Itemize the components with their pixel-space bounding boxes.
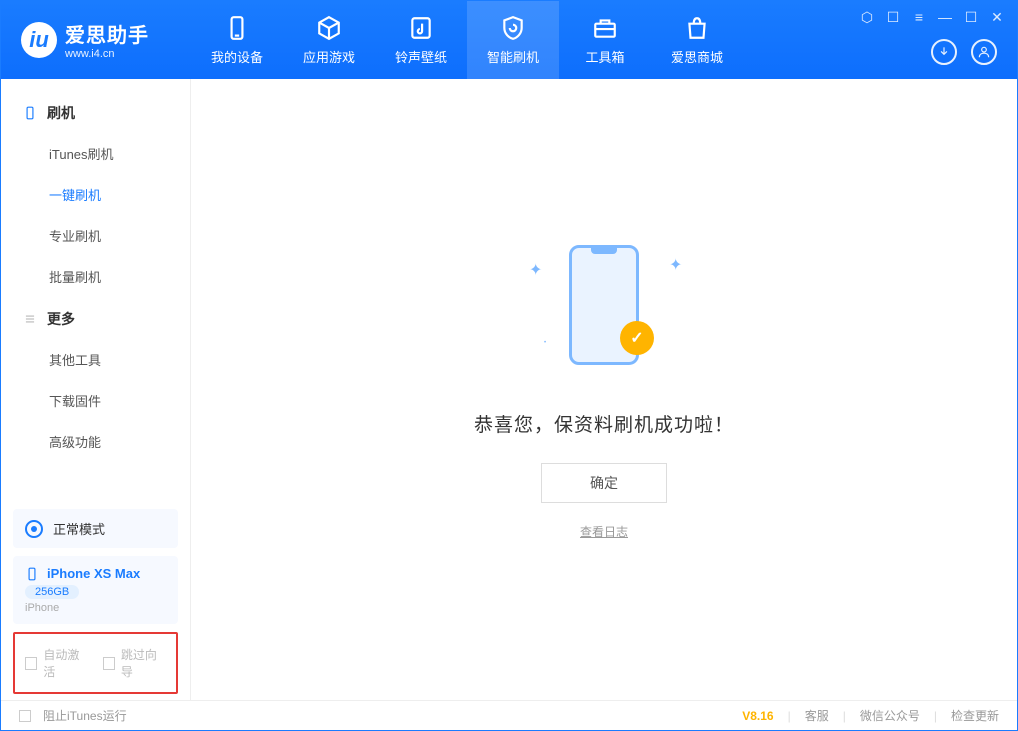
sidebar-item-other-tools[interactable]: 其他工具 xyxy=(1,339,190,380)
sparkle-icon: • xyxy=(544,340,554,350)
logo-text-block: 爱思助手 www.i4.cn xyxy=(65,19,149,60)
checkbox-auto-activate[interactable]: 自动激活 xyxy=(25,646,89,680)
menu-icon[interactable]: ≡ xyxy=(911,9,927,25)
window-controls: ⬡ ☐ ≡ — ☐ ✕ xyxy=(859,9,1005,25)
success-message: 恭喜您，保资料刷机成功啦！ xyxy=(474,410,734,437)
close-button[interactable]: ✕ xyxy=(989,9,1005,25)
separator: | xyxy=(843,709,846,723)
app-title: 爱思助手 xyxy=(65,19,149,48)
checkbox-box xyxy=(25,657,37,670)
sidebar-group-label: 更多 xyxy=(47,309,75,329)
device-card[interactable]: iPhone XS Max 256GB iPhone xyxy=(13,556,178,624)
checkbox-label: 跳过向导 xyxy=(121,646,166,680)
feedback-icon[interactable]: ☐ xyxy=(885,9,901,25)
sidebar-group-label: 刷机 xyxy=(47,103,75,123)
tab-ringtone-wallpaper[interactable]: 铃声壁纸 xyxy=(375,1,467,79)
device-name-row: iPhone XS Max xyxy=(25,566,166,581)
tab-smart-flash[interactable]: 智能刷机 xyxy=(467,1,559,79)
footer: 阻止iTunes运行 V8.16 | 客服 | 微信公众号 | 检查更新 xyxy=(1,700,1017,730)
view-log-link[interactable]: 查看日志 xyxy=(580,523,628,540)
checkbox-box xyxy=(103,657,115,670)
tab-toolbox[interactable]: 工具箱 xyxy=(559,1,651,79)
footer-link-check-update[interactable]: 检查更新 xyxy=(951,707,999,724)
app-subtitle: www.i4.cn xyxy=(65,48,149,60)
download-button[interactable] xyxy=(931,39,957,65)
device-type: iPhone xyxy=(25,602,166,614)
footer-right: V8.16 | 客服 | 微信公众号 | 检查更新 xyxy=(742,707,999,724)
tab-label: 智能刷机 xyxy=(487,47,539,66)
main-tabs: 我的设备 应用游戏 铃声壁纸 智能刷机 工具箱 爱思商城 xyxy=(191,1,743,79)
phone-small-icon xyxy=(23,106,37,120)
bag-icon xyxy=(684,15,710,41)
device-name: iPhone XS Max xyxy=(47,566,140,581)
success-illustration: ✦ ✦ • ✓ xyxy=(504,240,704,370)
checkbox-box xyxy=(19,710,31,722)
sidebar-item-pro-flash[interactable]: 专业刷机 xyxy=(1,215,190,256)
tab-label: 工具箱 xyxy=(585,47,624,66)
check-badge-icon: ✓ xyxy=(620,321,654,355)
download-icon xyxy=(937,45,951,59)
checkbox-label: 阻止iTunes运行 xyxy=(43,707,127,724)
app-window: iu 爱思助手 www.i4.cn 我的设备 应用游戏 铃声壁纸 智能刷机 xyxy=(0,0,1018,731)
sidebar-bottom: 正常模式 iPhone XS Max 256GB iPhone 自动激活 xyxy=(1,499,190,700)
list-icon xyxy=(23,312,37,326)
sidebar: 刷机 iTunes刷机 一键刷机 专业刷机 批量刷机 更多 其他工具 下载固件 … xyxy=(1,79,191,700)
sidebar-group-more: 更多 xyxy=(1,297,190,339)
ok-button[interactable]: 确定 xyxy=(541,463,667,503)
sidebar-item-onekey-flash[interactable]: 一键刷机 xyxy=(1,174,190,215)
minimize-button[interactable]: — xyxy=(937,9,953,25)
checkbox-block-itunes[interactable]: 阻止iTunes运行 xyxy=(19,707,127,724)
body: 刷机 iTunes刷机 一键刷机 专业刷机 批量刷机 更多 其他工具 下载固件 … xyxy=(1,79,1017,700)
checkbox-label: 自动激活 xyxy=(43,646,88,680)
tab-label: 我的设备 xyxy=(211,47,263,66)
tab-apps-games[interactable]: 应用游戏 xyxy=(283,1,375,79)
separator: | xyxy=(934,709,937,723)
mode-icon xyxy=(25,520,43,538)
sidebar-group-flash: 刷机 xyxy=(1,91,190,133)
sidebar-item-itunes-flash[interactable]: iTunes刷机 xyxy=(1,133,190,174)
shield-refresh-icon xyxy=(500,15,526,41)
logo-area: iu 爱思助手 www.i4.cn xyxy=(1,1,191,78)
mode-card[interactable]: 正常模式 xyxy=(13,509,178,548)
mode-label: 正常模式 xyxy=(53,519,105,538)
footer-link-wechat[interactable]: 微信公众号 xyxy=(860,707,920,724)
checkbox-skip-guide[interactable]: 跳过向导 xyxy=(103,646,167,680)
tab-label: 铃声壁纸 xyxy=(395,47,447,66)
music-icon xyxy=(408,15,434,41)
cube-icon xyxy=(316,15,342,41)
shirt-icon[interactable]: ⬡ xyxy=(859,9,875,25)
sidebar-item-advanced[interactable]: 高级功能 xyxy=(1,421,190,462)
sidebar-item-download-firmware[interactable]: 下载固件 xyxy=(1,380,190,421)
logo-icon: iu xyxy=(21,22,57,58)
version-label: V8.16 xyxy=(742,709,773,723)
options-highlight-box: 自动激活 跳过向导 xyxy=(13,632,178,694)
sidebar-item-batch-flash[interactable]: 批量刷机 xyxy=(1,256,190,297)
device-capacity: 256GB xyxy=(25,585,79,599)
titlebar: iu 爱思助手 www.i4.cn 我的设备 应用游戏 铃声壁纸 智能刷机 xyxy=(1,1,1017,79)
phone-notch xyxy=(591,248,617,254)
sparkle-icon: ✦ xyxy=(529,260,539,270)
user-actions xyxy=(931,39,997,65)
tab-my-device[interactable]: 我的设备 xyxy=(191,1,283,79)
tab-label: 应用游戏 xyxy=(303,47,355,66)
separator: | xyxy=(788,709,791,723)
tab-label: 爱思商城 xyxy=(671,47,723,66)
content: ✦ ✦ • ✓ 恭喜您，保资料刷机成功啦！ 确定 查看日志 xyxy=(191,79,1017,700)
user-icon xyxy=(977,45,991,59)
device-phone-icon xyxy=(25,567,39,581)
tab-store[interactable]: 爱思商城 xyxy=(651,1,743,79)
phone-icon xyxy=(224,15,250,41)
footer-link-support[interactable]: 客服 xyxy=(805,707,829,724)
maximize-button[interactable]: ☐ xyxy=(963,9,979,25)
profile-button[interactable] xyxy=(971,39,997,65)
toolbox-icon xyxy=(592,15,618,41)
sparkle-icon: ✦ xyxy=(669,255,679,265)
